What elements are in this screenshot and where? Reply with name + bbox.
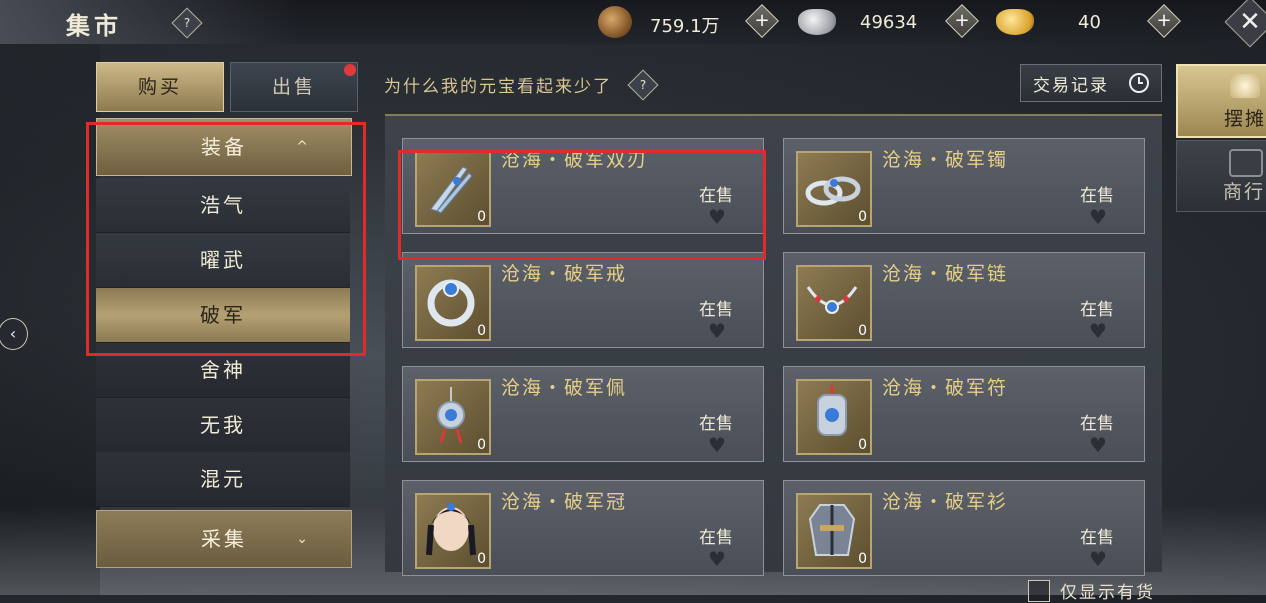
item-card[interactable]: 0 沧海・破军佩 在售 ♥	[402, 366, 764, 462]
favorite-heart-icon[interactable]: ♥	[1089, 319, 1107, 343]
item-name: 沧海・破军冠	[501, 491, 628, 513]
pendant-icon: 0	[415, 379, 491, 455]
gold-ingot-icon	[996, 9, 1034, 35]
tab-stall[interactable]: 摆摊	[1176, 64, 1266, 138]
item-card[interactable]: 0 沧海・破军冠 在售 ♥	[402, 480, 764, 576]
item-status: 在售	[1080, 414, 1114, 434]
chevron-down-icon: ⌄	[296, 531, 311, 547]
in-stock-label: 仅显示有货	[1060, 583, 1155, 603]
item-card[interactable]: 0 沧海・破军戒 在售 ♥	[402, 252, 764, 348]
item-name: 沧海・破军镯	[882, 149, 1009, 171]
silver-value: 49634	[860, 12, 918, 33]
item-status: 在售	[699, 528, 733, 548]
highlight-box-item	[398, 150, 766, 260]
item-name: 沧海・破军衫	[882, 491, 1009, 513]
tab-sell[interactable]: 出售	[230, 62, 358, 112]
armor-icon: 0	[796, 493, 872, 569]
help-button[interactable]: ?	[171, 7, 203, 39]
item-name: 沧海・破军链	[882, 263, 1009, 285]
item-status: 在售	[1080, 528, 1114, 548]
item-status: 在售	[1080, 300, 1114, 320]
trade-history-button[interactable]: 交易记录	[1020, 64, 1162, 102]
favorite-heart-icon[interactable]: ♥	[708, 319, 726, 343]
close-button[interactable]: ✕	[1224, 0, 1266, 48]
currency-gold: 40 +	[996, 4, 1181, 38]
category-gathering[interactable]: 采集 ⌄	[96, 510, 352, 568]
add-gold-button[interactable]: +	[1147, 4, 1181, 38]
stall-icon	[1230, 74, 1260, 98]
top-bar: 集市 ? 759.1万 + 49634 + 40 + ✕	[0, 0, 1266, 48]
favorite-heart-icon[interactable]: ♥	[1089, 205, 1107, 229]
tab-shop[interactable]: 商行	[1176, 140, 1266, 212]
ingot-notice[interactable]: 为什么我的元宝看起来少了	[384, 72, 612, 97]
item-card[interactable]: 0 沧海・破军衫 在售 ♥	[783, 480, 1145, 576]
item-status: 在售	[699, 414, 733, 434]
trade-history-label: 交易记录	[1033, 76, 1109, 96]
item-name: 沧海・破军符	[882, 377, 1009, 399]
clock-icon	[1129, 73, 1149, 93]
necklace-icon: 0	[796, 265, 872, 341]
category-wuwo[interactable]: 无我	[96, 398, 350, 453]
currency-silver: 49634 +	[798, 4, 979, 38]
category-hunyuan[interactable]: 混元	[96, 452, 350, 507]
gold-value: 40	[1078, 12, 1101, 33]
close-icon: ✕	[1239, 7, 1261, 37]
silver-ingot-icon	[798, 9, 836, 35]
currency-copper: 759.1万 +	[598, 4, 779, 38]
help-icon: ?	[639, 78, 647, 92]
copper-value: 759.1万	[650, 16, 720, 37]
stall-label: 摆摊	[1224, 108, 1266, 130]
bracelet-icon: 0	[796, 151, 872, 227]
item-card[interactable]: 0 沧海・破军链 在售 ♥	[783, 252, 1145, 348]
add-copper-button[interactable]: +	[745, 4, 779, 38]
item-name: 沧海・破军佩	[501, 377, 628, 399]
highlight-box-category	[86, 122, 366, 356]
tab-buy[interactable]: 购买	[96, 62, 224, 112]
item-status: 在售	[1080, 186, 1114, 206]
favorite-heart-icon[interactable]: ♥	[1089, 433, 1107, 457]
favorite-heart-icon[interactable]: ♥	[1089, 547, 1107, 571]
add-silver-button[interactable]: +	[945, 4, 979, 38]
item-card[interactable]: 0 沧海・破军符 在售 ♥	[783, 366, 1145, 462]
ingot-notice-text: 为什么我的元宝看起来少了	[384, 77, 612, 97]
chevron-left-icon: ‹	[9, 324, 17, 343]
item-status: 在售	[699, 300, 733, 320]
favorite-heart-icon[interactable]: ♥	[708, 433, 726, 457]
item-card[interactable]: 0 沧海・破军镯 在售 ♥	[783, 138, 1145, 234]
help-icon: ?	[183, 16, 191, 30]
title-area: 集市 ?	[0, 0, 300, 44]
in-stock-checkbox[interactable]	[1028, 580, 1050, 602]
category-gathering-label: 采集	[201, 527, 247, 551]
copper-coin-icon	[598, 6, 632, 38]
favorite-heart-icon[interactable]: ♥	[708, 547, 726, 571]
talisman-icon: 0	[796, 379, 872, 455]
page-title: 集市	[66, 11, 122, 40]
shop-icon	[1229, 149, 1263, 177]
notice-help-button[interactable]: ?	[627, 69, 659, 101]
sell-alert-dot	[344, 64, 356, 76]
crown-icon: 0	[415, 493, 491, 569]
shop-label: 商行	[1223, 181, 1266, 203]
ring-icon: 0	[415, 265, 491, 341]
item-name: 沧海・破军戒	[501, 263, 628, 285]
